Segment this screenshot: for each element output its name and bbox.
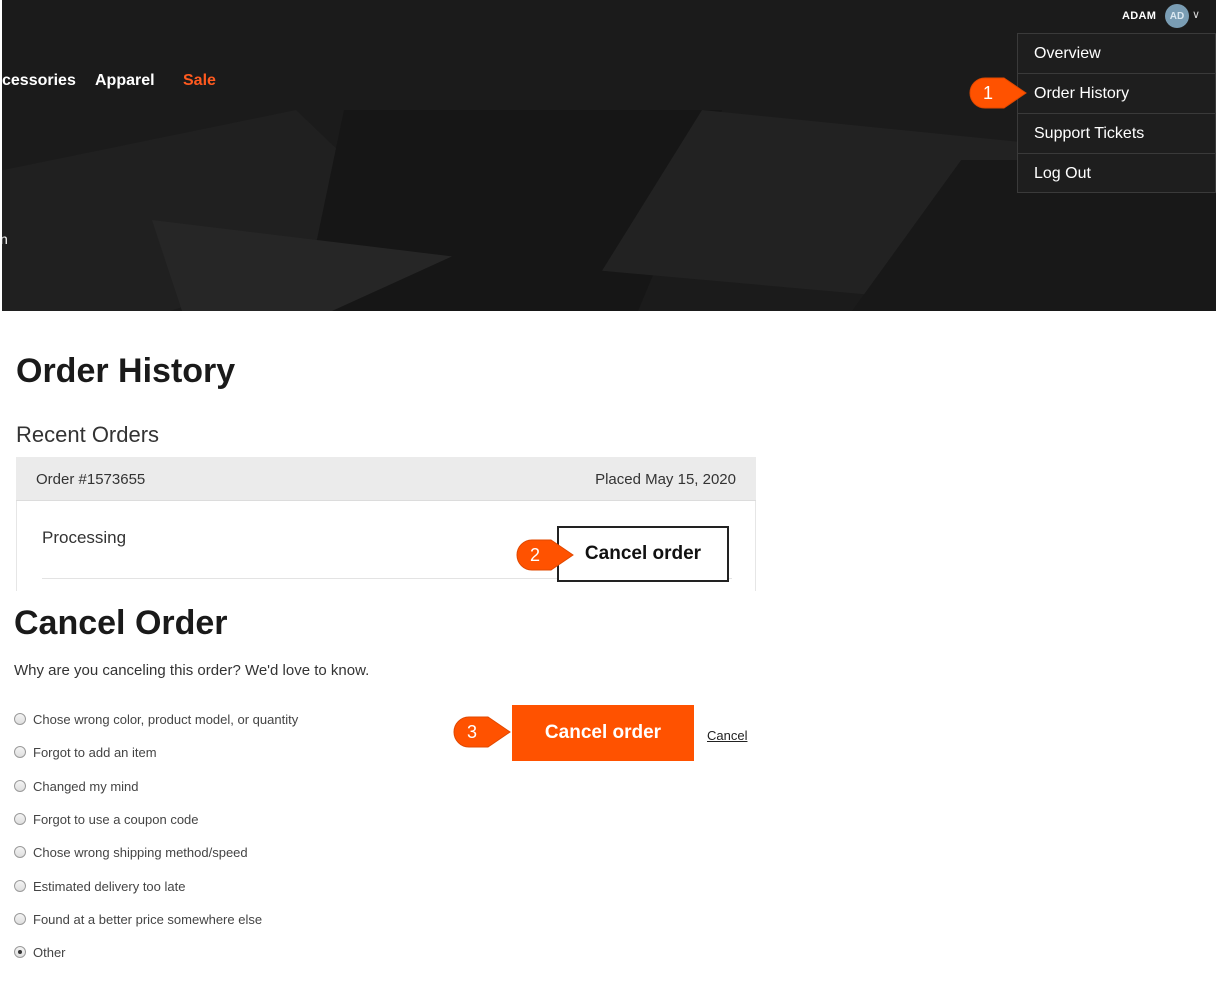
reason-option[interactable]: Forgot to add an item [14, 742, 354, 762]
avatar-initials: AD [1169, 10, 1185, 22]
reason-label: Forgot to use a coupon code [33, 811, 199, 827]
reason-label: Other [33, 944, 66, 960]
reason-option[interactable]: Forgot to use a coupon code [14, 809, 354, 829]
cancel-order-button[interactable]: Cancel order [557, 526, 729, 582]
menu-item-log-out[interactable]: Log Out [1018, 154, 1216, 194]
callout-number: 2 [529, 544, 540, 565]
nav-accessories[interactable]: cessories [2, 72, 76, 90]
menu-item-order-history[interactable]: Order History [1018, 74, 1216, 114]
reason-option[interactable]: Changed my mind [14, 776, 354, 796]
callout-badge-1: 1 [968, 76, 1027, 110]
radio-button[interactable] [14, 780, 26, 792]
reason-option[interactable]: Chose wrong shipping method/speed [14, 842, 354, 862]
reason-label: Chose wrong color, product model, or qua… [33, 711, 299, 727]
radio-button[interactable] [14, 880, 26, 892]
reason-label: Forgot to add an item [33, 744, 157, 760]
nav-apparel[interactable]: Apparel [95, 72, 155, 90]
callout-number: 1 [982, 82, 993, 103]
radio-button[interactable] [14, 913, 26, 925]
nav-sale[interactable]: Sale [183, 72, 216, 90]
chevron-down-icon[interactable]: ∨ [1192, 8, 1200, 21]
avatar[interactable]: AD [1165, 4, 1189, 28]
reason-label: Changed my mind [33, 778, 139, 794]
callout-badge-3: 3 [452, 715, 511, 749]
radio-button[interactable] [14, 746, 26, 758]
reason-option[interactable]: Chose wrong color, product model, or qua… [14, 709, 354, 729]
menu-item-overview[interactable]: Overview [1018, 34, 1216, 74]
radio-button[interactable] [14, 846, 26, 858]
callout-number: 3 [466, 721, 477, 742]
cancel-question: Why are you canceling this order? We'd l… [14, 662, 370, 679]
reason-label: Estimated delivery too late [33, 878, 186, 894]
order-header: Order #1573655 Placed May 15, 2020 [16, 457, 756, 501]
order-status: Processing [42, 528, 127, 547]
cancel-link[interactable]: Cancel [707, 728, 747, 743]
user-name[interactable]: ADAM [1122, 10, 1156, 22]
order-number[interactable]: Order #1573655 [36, 471, 145, 488]
account-dropdown: Overview Order History Support Tickets L… [1017, 33, 1216, 193]
reason-option[interactable]: Found at a better price somewhere else [14, 909, 354, 929]
reason-label: Chose wrong shipping method/speed [33, 844, 248, 860]
hero-text-fragment: n [0, 231, 8, 247]
order-date: Placed May 15, 2020 [595, 471, 736, 488]
radio-button[interactable] [14, 713, 26, 725]
reason-option[interactable]: Estimated delivery too late [14, 876, 354, 896]
reason-option-other[interactable]: Other [14, 942, 354, 962]
section-subtitle: Recent Orders [16, 422, 160, 447]
callout-badge-2: 2 [515, 538, 574, 572]
radio-button-selected[interactable] [14, 946, 26, 958]
confirm-cancel-order-button[interactable]: Cancel order [512, 705, 694, 761]
page-title: Order History [16, 352, 236, 390]
radio-button[interactable] [14, 813, 26, 825]
menu-item-support-tickets[interactable]: Support Tickets [1018, 114, 1216, 154]
reason-label: Found at a better price somewhere else [33, 911, 263, 927]
cancel-order-title: Cancel Order [14, 604, 228, 642]
